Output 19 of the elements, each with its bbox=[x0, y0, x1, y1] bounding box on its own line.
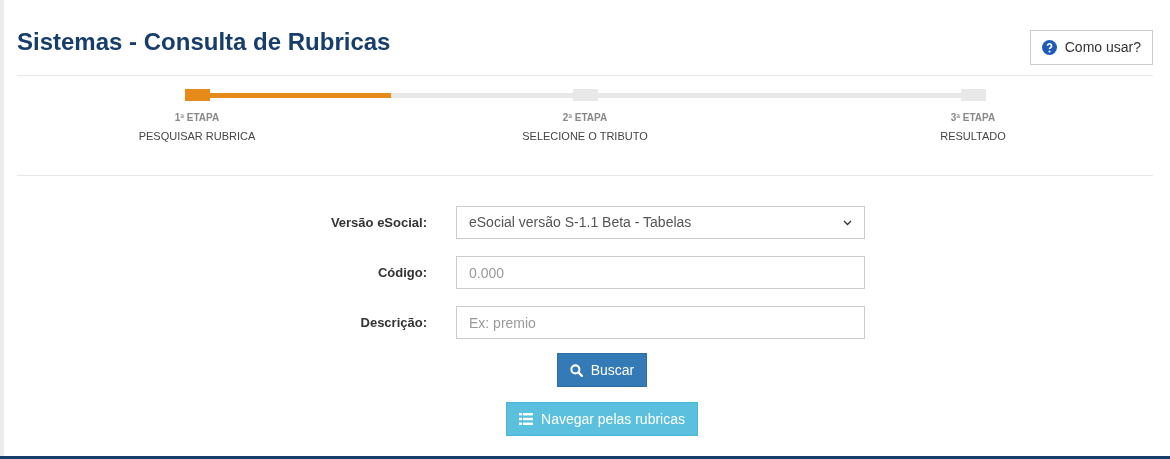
input-field[interactable]: Ex: premio bbox=[456, 306, 865, 339]
step-label: SELECIONE O TRIBUTO bbox=[522, 130, 648, 143]
step-label: RESULTADO bbox=[940, 130, 1006, 143]
help-button[interactable]: Como usar? bbox=[1029, 30, 1153, 65]
field-label: Código: bbox=[376, 263, 427, 282]
help-icon bbox=[1041, 40, 1057, 55]
version-select[interactable]: eSocial versão S-1.1 Beta - Tabelas bbox=[456, 206, 865, 239]
step-number: 1ª ETAPA bbox=[174, 112, 220, 124]
field-label: Versão eSocial: bbox=[329, 213, 427, 232]
search-icon bbox=[569, 363, 583, 377]
chevron-down-icon bbox=[843, 219, 852, 226]
input-field[interactable]: 0.000 bbox=[456, 256, 865, 289]
page-title: Sistemas - Consulta de Rubricas bbox=[17, 30, 391, 54]
search-button[interactable]: Buscar bbox=[556, 353, 648, 387]
step-label: PESQUISAR RUBRICA bbox=[138, 130, 256, 143]
field-label: Descrição: bbox=[359, 313, 427, 332]
step-number: 2ª ETAPA bbox=[562, 112, 608, 124]
step-number: 3ª ETAPA bbox=[950, 112, 996, 124]
list-icon bbox=[519, 413, 533, 425]
